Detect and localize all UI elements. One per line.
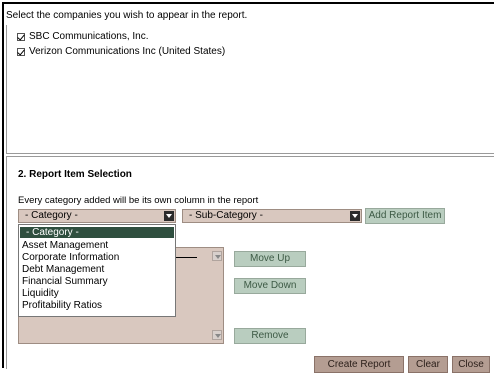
category-select-value: - Category - [25, 210, 78, 221]
clear-button[interactable]: Clear [408, 356, 448, 373]
company-selection-instruction: Select the companies you wish to appear … [6, 10, 248, 21]
create-report-button[interactable]: Create Report [314, 356, 404, 373]
close-button[interactable]: Close [452, 356, 490, 373]
move-up-button[interactable]: Move Up [234, 251, 306, 267]
dropdown-option-asset-management[interactable]: Asset Management [20, 240, 174, 251]
company-checkbox[interactable] [17, 32, 25, 41]
remove-button[interactable]: Remove [234, 328, 306, 344]
dropdown-option-financial-summary[interactable]: Financial Summary [20, 276, 174, 287]
chevron-down-icon[interactable] [350, 211, 360, 221]
move-down-button[interactable]: Move Down [234, 278, 306, 294]
dropdown-option-liquidity[interactable]: Liquidity [20, 288, 174, 299]
subcategory-select-value: - Sub-Category - [189, 210, 263, 221]
chevron-down-icon[interactable] [164, 211, 174, 221]
dropdown-option-profitability-ratios[interactable]: Profitability Ratios [20, 300, 174, 311]
dropdown-option-category[interactable]: - Category - [20, 227, 174, 238]
section-note: Every category added will be its own col… [18, 195, 259, 206]
subcategory-select[interactable]: - Sub-Category - [182, 209, 362, 223]
listbox-divider [175, 257, 197, 258]
section-title: 2. Report Item Selection [18, 169, 132, 180]
scroll-down-icon[interactable] [212, 330, 222, 340]
scroll-up-icon[interactable] [212, 251, 222, 261]
category-dropdown-menu: - Category - Asset Management Corporate … [18, 224, 176, 317]
company-checkbox[interactable] [17, 47, 25, 56]
add-report-item-button[interactable]: Add Report Item [365, 208, 445, 224]
company-item-sbc[interactable]: SBC Communications, Inc. [17, 30, 149, 43]
company-name: Verizon Communications Inc (United State… [29, 46, 226, 57]
dropdown-option-debt-management[interactable]: Debt Management [20, 264, 174, 275]
dropdown-option-corporate-information[interactable]: Corporate Information [20, 252, 174, 263]
company-name: SBC Communications, Inc. [29, 31, 149, 42]
category-select[interactable]: - Category - [18, 209, 176, 223]
company-item-verizon[interactable]: Verizon Communications Inc (United State… [17, 45, 225, 58]
company-list: SBC Communications, Inc. Verizon Communi… [6, 25, 494, 154]
